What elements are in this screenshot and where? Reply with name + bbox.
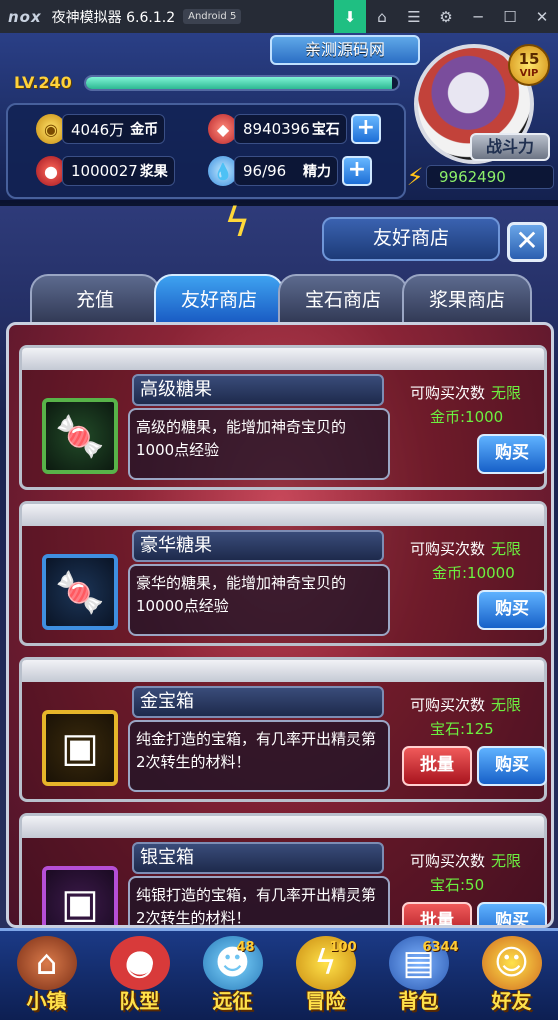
item-description: 纯金打造的宝箱，有几率开出精灵第2次转生的材料！ — [128, 720, 390, 792]
buy-button[interactable]: 购买 — [477, 434, 547, 474]
shop-title: 友好商店 — [322, 217, 500, 261]
bulk-buy-button[interactable]: 批量 — [402, 902, 472, 925]
nox-logo: nox — [8, 7, 42, 26]
gem-label: 宝石 — [311, 122, 340, 138]
deluxe-candy-icon: 🍬 — [42, 554, 118, 630]
gear-icon[interactable]: ⚙ — [430, 0, 462, 33]
add-energy-button[interactable]: + — [342, 156, 372, 186]
pikachu-icon: ϟ — [224, 200, 251, 246]
shop-item: 🍬 豪华糖果 豪华的糖果，能增加神奇宝贝的10000点经验 可购买次数 无限 金币… — [19, 501, 547, 646]
vip-badge[interactable]: 15 VIP — [508, 44, 550, 86]
android-version-badge: Android 5 — [183, 9, 242, 24]
item-description: 高级的糖果，能增加神奇宝贝的1000点经验 — [128, 408, 390, 480]
backpack-badge: 6344 — [422, 940, 459, 955]
buy-button[interactable]: 购买 — [477, 746, 547, 786]
tab-berry-shop[interactable]: 浆果商店 — [402, 274, 532, 322]
battle-power: ⚡ 9962490 — [404, 163, 554, 191]
item-name: 豪华糖果 — [132, 530, 384, 562]
bottom-nav: ⌂ 小镇 ◓ 队型 ☻ 48 远征 ϟ 100 冒险 ▤ 6344 背包 ☺ 好… — [0, 928, 558, 1020]
bulk-buy-button[interactable]: 批量 — [402, 746, 472, 786]
tab-recharge[interactable]: 充值 — [30, 274, 160, 322]
vip-level: 15 — [518, 50, 540, 68]
shirt-icon[interactable]: ⌂ — [366, 0, 398, 33]
item-description: 纯银打造的宝箱，有几率开出精灵第2次转生的材料！ — [128, 876, 390, 925]
item-price: 金币:10000 — [432, 564, 515, 582]
maximize-icon[interactable]: ☐ — [494, 0, 526, 33]
berry-value: 1000027 — [71, 162, 138, 180]
adventure-badge: 100 — [329, 940, 357, 955]
item-price: 宝石:50 — [430, 876, 485, 894]
nav-label: 小镇 — [26, 989, 67, 1013]
expedition-badge: 48 — [236, 940, 255, 955]
add-gems-button[interactable]: + — [350, 114, 381, 144]
battle-power-value: 9962490 — [426, 165, 554, 189]
buy-button[interactable]: 购买 — [477, 590, 547, 630]
player-level: LV.240 — [14, 73, 72, 92]
emulator-title: 夜神模拟器 6.6.1.2 — [51, 9, 176, 26]
friends-icon: ☺ — [481, 936, 542, 990]
item-name: 金宝箱 — [132, 686, 384, 718]
battle-power-button[interactable]: 战斗力 — [470, 133, 550, 161]
berry-label: 浆果 — [139, 164, 168, 180]
emulator-titlebar: nox 夜神模拟器 6.6.1.2 Android 5 ⬇ ⌂ ☰ ⚙ ─ ☐ … — [0, 0, 558, 33]
resource-panel: ◉ 4046万 金币 ◆ 8940396 宝石 + ● 1000027 浆果 💧 — [6, 103, 406, 199]
vip-text: VIP — [519, 68, 539, 79]
candy-icon: 🍬 — [42, 398, 118, 474]
nav-adventure[interactable]: ϟ 100 冒险 — [282, 930, 370, 1016]
shop-item: 🍬 高级糖果 高级的糖果，能增加神奇宝贝的1000点经验 可购买次数 无限 金币:… — [19, 345, 547, 490]
item-name: 高级糖果 — [132, 374, 384, 406]
nav-expedition[interactable]: ☻ 48 远征 — [189, 930, 277, 1016]
gem-value: 8940396 — [243, 120, 310, 138]
nav-backpack[interactable]: ▤ 6344 背包 — [375, 930, 463, 1016]
tab-friendly-shop[interactable]: 友好商店 — [154, 274, 284, 322]
shop-item-list[interactable]: 🍬 高级糖果 高级的糖果，能增加神奇宝贝的1000点经验 可购买次数 无限 金币:… — [6, 322, 554, 928]
source-banner: 亲测源码网 — [270, 35, 420, 65]
gem-resource: ◆ 8940396 宝石 + — [208, 113, 381, 145]
gold-chest-icon: ▣ — [42, 710, 118, 786]
shop-item: ▣ 金宝箱 纯金打造的宝箱，有几率开出精灵第2次转生的材料！ 可购买次数 无限 宝… — [19, 657, 547, 802]
exp-fill — [86, 77, 392, 89]
energy-label: 精力 — [303, 164, 331, 180]
purchase-limit: 可购买次数 无限 — [410, 384, 522, 402]
gold-label: 金币 — [130, 122, 159, 138]
close-icon[interactable]: ✕ — [526, 0, 558, 33]
silver-chest-icon: ▣ — [42, 866, 118, 925]
shop-item: ▣ 银宝箱 纯银打造的宝箱，有几率开出精灵第2次转生的材料！ 可购买次数 无限 宝… — [19, 813, 547, 925]
tray-icon[interactable]: ⬇ — [334, 0, 366, 33]
tab-gem-shop[interactable]: 宝石商店 — [278, 274, 408, 322]
energy-value: 96/96 — [243, 162, 287, 180]
buy-button[interactable]: 购买 — [477, 902, 547, 925]
nav-label: 好友 — [491, 989, 532, 1013]
item-price: 金币:1000 — [430, 408, 504, 426]
item-name: 银宝箱 — [132, 842, 384, 874]
close-shop-button[interactable]: ✕ — [507, 222, 547, 262]
pokeball-icon: ◓ — [109, 936, 170, 990]
minimize-icon[interactable]: ─ — [462, 0, 494, 33]
item-price: 宝石:125 — [430, 720, 494, 738]
gold-resource: ◉ 4046万 金币 — [36, 113, 166, 145]
nav-label: 远征 — [212, 989, 253, 1013]
nav-label: 背包 — [398, 989, 439, 1013]
item-description: 豪华的糖果，能增加神奇宝贝的10000点经验 — [128, 564, 390, 636]
berry-resource: ● 1000027 浆果 — [36, 155, 175, 187]
energy-resource: 💧 96/96 精力 + — [208, 155, 372, 187]
nav-town[interactable]: ⌂ 小镇 — [3, 930, 91, 1016]
lightning-icon: ⚡ — [406, 163, 424, 191]
town-icon: ⌂ — [16, 936, 77, 990]
nav-label: 队型 — [119, 989, 160, 1013]
menu-icon[interactable]: ☰ — [398, 0, 430, 33]
purchase-limit: 可购买次数 无限 — [410, 696, 522, 714]
exp-bar — [84, 75, 400, 91]
gold-value: 4046万 — [71, 120, 125, 139]
nav-label: 冒险 — [305, 989, 346, 1013]
purchase-limit: 可购买次数 无限 — [410, 540, 522, 558]
nav-formation[interactable]: ◓ 队型 — [96, 930, 184, 1016]
nav-friends[interactable]: ☺ 好友 — [468, 930, 556, 1016]
purchase-limit: 可购买次数 无限 — [410, 852, 522, 870]
